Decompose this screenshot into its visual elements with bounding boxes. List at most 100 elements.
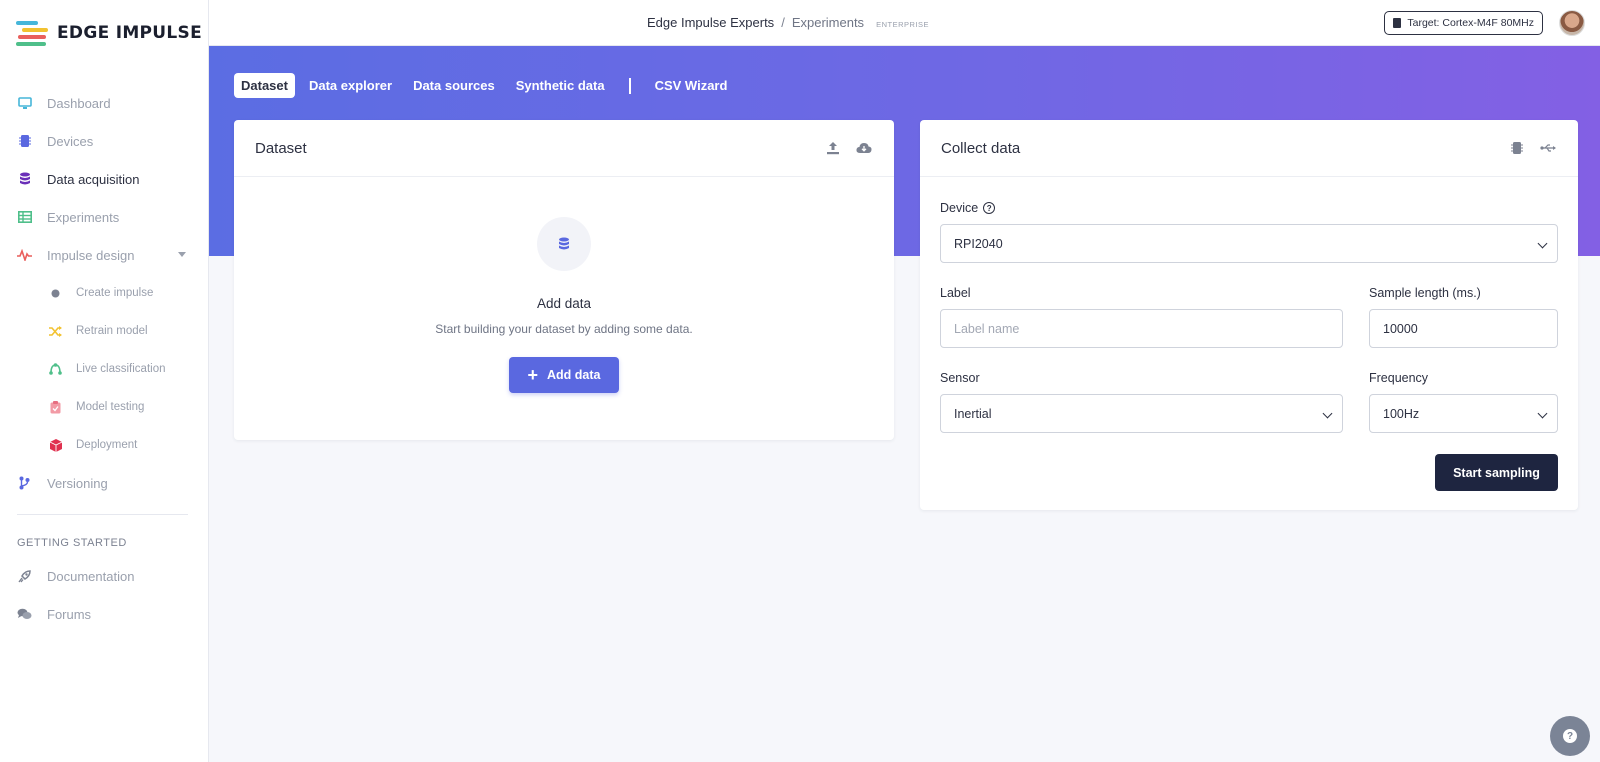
database-icon [559, 237, 569, 250]
database-icon [17, 172, 32, 187]
sidebar-item-label: Documentation [47, 568, 135, 584]
sidebar: EDGE IMPULSE Dashboard Devices Data acqu… [0, 0, 209, 762]
empty-state-subtitle: Start building your dataset by adding so… [435, 322, 693, 336]
breadcrumb-section[interactable]: Experiments [792, 15, 864, 30]
network-icon [49, 363, 62, 376]
shuffle-icon [49, 325, 62, 338]
collect-card-title: Collect data [941, 139, 1021, 157]
sidebar-item-versioning[interactable]: Versioning [0, 464, 208, 502]
chevron-down-icon [1322, 408, 1333, 419]
label-input-placeholder: Label name [954, 321, 1020, 336]
sidebar-subitem-deployment[interactable]: Deployment [0, 426, 208, 464]
chip-icon [1393, 18, 1402, 28]
sidebar-item-label: Forums [47, 606, 92, 622]
collect-data-card: Collect data Device ? RPI2040 Label Labe… [920, 120, 1578, 510]
help-button[interactable]: ? [1550, 716, 1590, 756]
collect-card-actions [1509, 140, 1556, 156]
sidebar-subitem-label: Create impulse [76, 287, 154, 299]
sample-length-label: Sample length (ms.) [1369, 286, 1481, 300]
sensor-select[interactable]: Inertial [940, 394, 1343, 433]
sample-length-value: 10000 [1383, 321, 1418, 336]
collect-card-header: Collect data [920, 120, 1578, 177]
dataset-card-title: Dataset [255, 139, 307, 157]
brand-name: EDGE IMPULSE [57, 23, 203, 43]
sensor-select-value: Inertial [954, 406, 992, 421]
usb-icon[interactable] [1540, 140, 1556, 156]
tab-csv-wizard[interactable]: CSV Wizard [648, 73, 735, 98]
sidebar-item-forums[interactable]: Forums [0, 595, 208, 633]
label-input[interactable]: Label name [940, 309, 1343, 348]
sidebar-item-label: Experiments [47, 209, 120, 225]
brand-logo[interactable]: EDGE IMPULSE [16, 20, 202, 46]
device-select-value: RPI2040 [954, 236, 1003, 251]
sidebar-divider [17, 514, 188, 515]
empty-state-title: Add data [536, 296, 592, 311]
sidebar-item-label: Data acquisition [47, 171, 140, 187]
dataset-card-header: Dataset [234, 120, 894, 177]
chevron-down-icon [1537, 408, 1548, 419]
sidebar-item-label: Impulse design [47, 247, 135, 263]
sidebar-item-devices[interactable]: Devices [0, 122, 208, 160]
sidebar-item-experiments[interactable]: Experiments [0, 198, 208, 236]
sidebar-item-impulse-design[interactable]: Impulse design [0, 236, 208, 274]
sidebar-subitem-label: Model testing [76, 401, 145, 413]
help-circle-icon[interactable]: ? [983, 202, 996, 214]
data-tabs: Dataset Data explorer Data sources Synth… [234, 73, 734, 98]
add-data-button[interactable]: + Add data [509, 357, 619, 393]
sidebar-subitem-create-impulse[interactable]: Create impulse [0, 274, 208, 312]
sidebar-item-dashboard[interactable]: Dashboard [0, 84, 208, 122]
sidebar-subitem-live-classification[interactable]: Live classification [0, 350, 208, 388]
tab-data-sources[interactable]: Data sources [406, 73, 502, 98]
sidebar-subitem-retrain-model[interactable]: Retrain model [0, 312, 208, 350]
pulse-icon [17, 248, 32, 263]
chip-icon[interactable] [1509, 140, 1525, 156]
chat-icon [17, 607, 32, 622]
target-label: Target: Cortex-M4F 80MHz [1407, 17, 1534, 29]
sidebar-nav: Dashboard Devices Data acquisition Exper… [0, 84, 208, 633]
frequency-select-value: 100Hz [1383, 406, 1420, 421]
sidebar-subitem-label: Live classification [76, 363, 166, 375]
monitor-icon [17, 96, 32, 111]
question-icon: ? [1563, 729, 1577, 743]
tab-divider [628, 77, 631, 94]
sidebar-subitem-label: Retrain model [76, 325, 148, 337]
getting-started-heading: GETTING STARTED [17, 537, 127, 549]
frequency-select[interactable]: 100Hz [1369, 394, 1558, 433]
table-icon [17, 210, 32, 225]
chevron-down-icon[interactable] [178, 252, 186, 257]
tab-data-explorer[interactable]: Data explorer [302, 73, 399, 98]
add-data-label: Add data [547, 368, 601, 382]
sidebar-subitem-label: Deployment [76, 439, 138, 451]
breadcrumb-separator: / [781, 15, 785, 30]
top-bar: Edge Impulse Experts / Experiments ENTER… [209, 0, 1600, 46]
avatar[interactable] [1559, 10, 1585, 36]
device-label-text: Device [940, 201, 979, 215]
device-select[interactable]: RPI2040 [940, 224, 1558, 263]
start-sampling-button[interactable]: Start sampling [1435, 454, 1558, 491]
sample-length-input[interactable]: 10000 [1369, 309, 1558, 348]
branch-icon [17, 476, 32, 491]
dataset-card-actions [825, 140, 872, 156]
dataset-card: Dataset Add data Start building your dat… [234, 120, 894, 440]
tab-synthetic-data[interactable]: Synthetic data [509, 73, 612, 98]
tab-dataset[interactable]: Dataset [234, 73, 295, 98]
upload-icon[interactable] [825, 140, 841, 156]
frequency-label: Frequency [1369, 371, 1429, 385]
cloud-download-icon[interactable] [856, 140, 872, 156]
target-device-button[interactable]: Target: Cortex-M4F 80MHz [1384, 11, 1543, 35]
label-field-label: Label [940, 286, 971, 300]
sidebar-item-data-acquisition[interactable]: Data acquisition [0, 160, 208, 198]
dot-icon [49, 287, 62, 300]
clipboard-icon [49, 400, 62, 414]
sidebar-item-label: Dashboard [47, 95, 111, 111]
device-label: Device ? [940, 201, 996, 215]
enterprise-badge: ENTERPRISE [876, 20, 929, 29]
sensor-label: Sensor [940, 371, 980, 385]
empty-state-icon-wrap [537, 217, 591, 271]
chevron-down-icon [1537, 238, 1548, 249]
breadcrumb-project[interactable]: Edge Impulse Experts [647, 15, 774, 30]
sidebar-subitem-model-testing[interactable]: Model testing [0, 388, 208, 426]
rocket-icon [17, 569, 32, 584]
sidebar-item-documentation[interactable]: Documentation [0, 557, 208, 595]
edge-impulse-logo-icon [16, 20, 48, 46]
